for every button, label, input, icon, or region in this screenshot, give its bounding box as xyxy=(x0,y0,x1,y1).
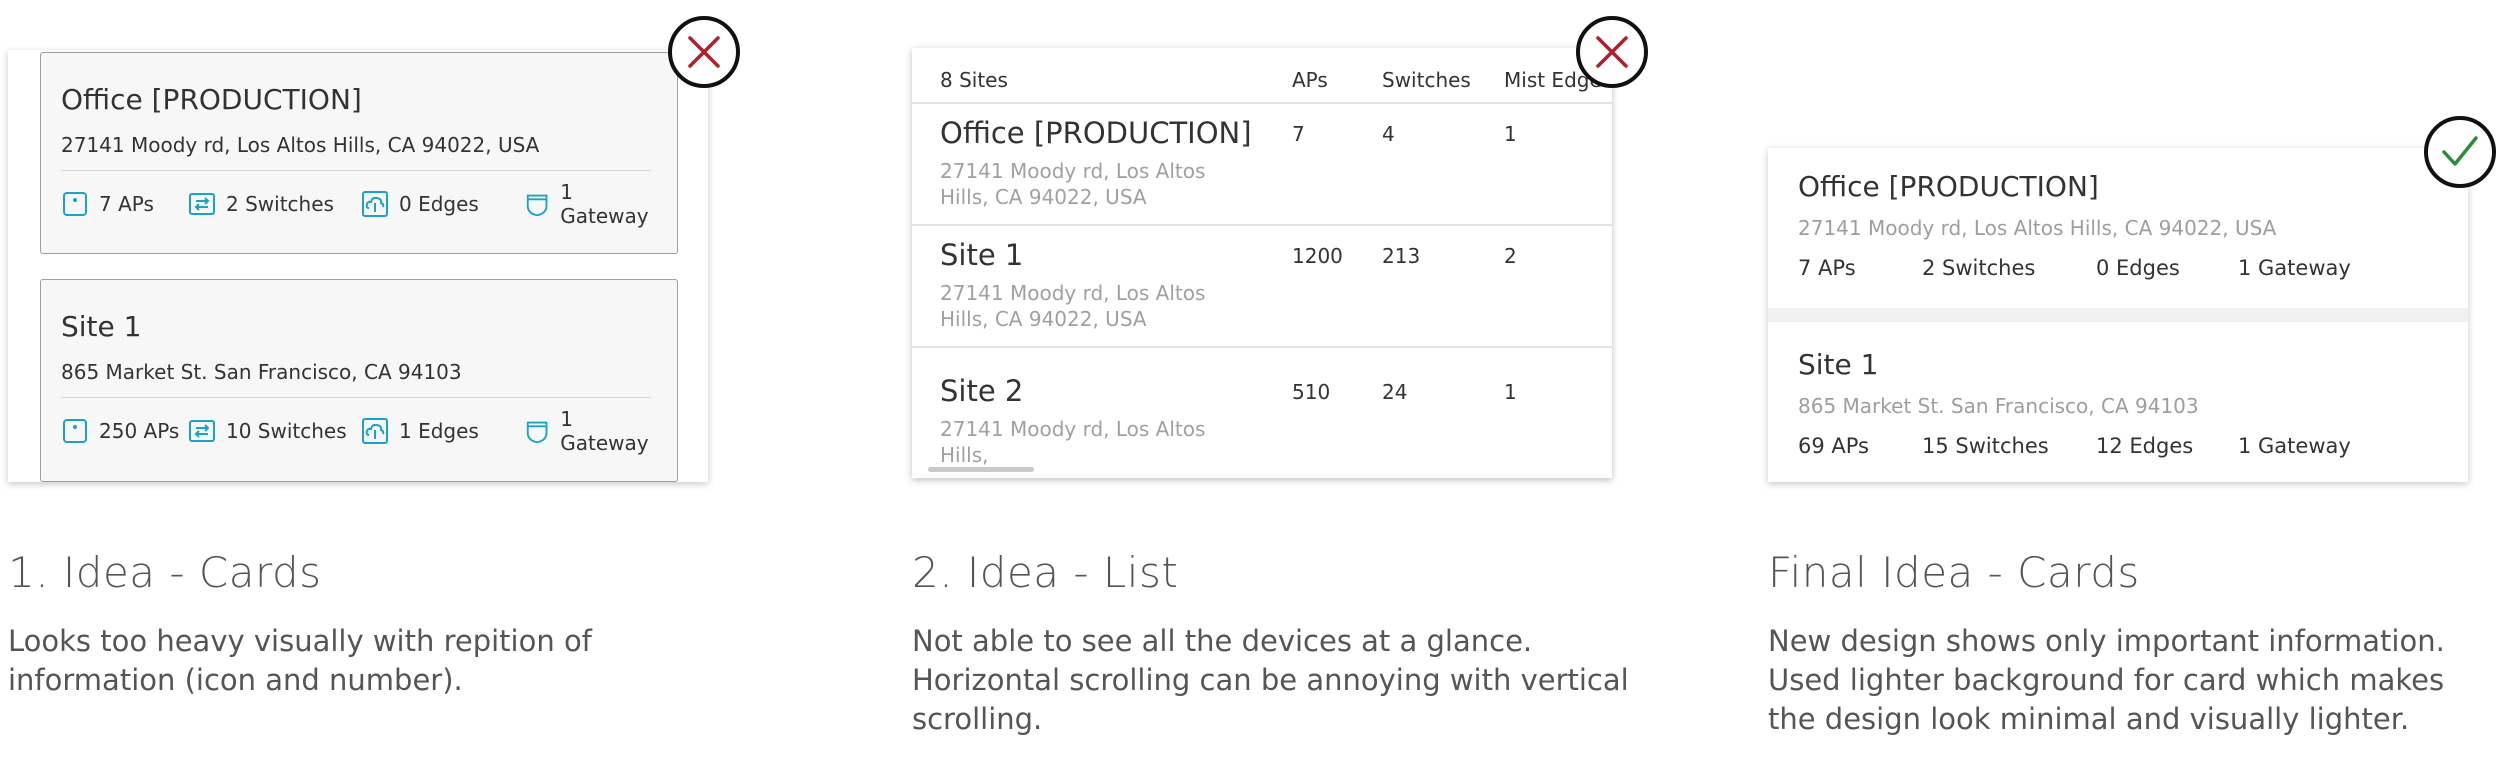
sites-list[interactable]: 8 Sites APs Switches Mist Edges Office [… xyxy=(912,48,1612,478)
horizontal-scrollbar[interactable] xyxy=(928,467,1034,472)
site-card-address: 27141 Moody rd, Los Altos Hills, CA 9402… xyxy=(1798,216,2277,240)
edge-stat: 0 Edges xyxy=(361,189,479,219)
gateway-shield-icon xyxy=(526,194,548,217)
ap-count: 69 APs xyxy=(1798,434,1869,458)
row-aps: 510 xyxy=(1292,380,1331,404)
reject-marker xyxy=(1576,16,1648,88)
site-card-title: Site 1 xyxy=(61,310,142,343)
divider xyxy=(61,397,651,398)
edge-count: 12 Edges xyxy=(2096,434,2194,458)
gateway-stat: 1 Gateway xyxy=(524,180,661,228)
row-edges: 2 xyxy=(1504,244,1517,268)
edge-stat: 1 Edges xyxy=(361,416,479,446)
column-header-aps[interactable]: APs xyxy=(1292,68,1328,92)
close-x-icon xyxy=(688,36,720,68)
column-header-switches[interactable]: Switches xyxy=(1382,68,1471,92)
row-aps: 7 xyxy=(1292,122,1305,146)
idea-heading: Final Idea - Cards xyxy=(1768,548,2140,597)
row-switches: 24 xyxy=(1382,380,1408,404)
idea-description: Not able to see all the devices at a gla… xyxy=(912,624,1629,736)
idea-description: New design shows only important informat… xyxy=(1768,624,2445,736)
idea-1-panel: Office [PRODUCTION] 27141 Moody rd, Los … xyxy=(8,0,740,760)
idea-heading: 1. Idea - Cards xyxy=(8,548,322,597)
site-card-address: 865 Market St. San Francisco, CA 94103 xyxy=(61,360,462,384)
close-x-icon xyxy=(1596,36,1628,68)
ap-count: 7 APs xyxy=(1798,256,1856,280)
site-card-title: Office [PRODUCTION] xyxy=(1798,170,2099,203)
site-card-title: Site 1 xyxy=(1798,348,1879,381)
ap-stat: 7 APs xyxy=(61,189,154,219)
ap-count: 250 APs xyxy=(99,419,180,443)
final-cards-frame: Office [PRODUCTION] 27141 Moody rd, Los … xyxy=(1768,148,2468,482)
site-card-stats: 250 APs 10 Switches 1 Edges 1 Gateway xyxy=(61,407,661,455)
switch-stat: 10 Switches xyxy=(188,416,347,446)
ap-count: 7 APs xyxy=(99,192,154,216)
site-card-stats: 7 APs 2 Switches 0 Edges 1 Gateway xyxy=(61,180,661,228)
row-title: Site 2 xyxy=(940,374,1024,408)
row-divider xyxy=(912,224,1612,226)
gateway-count: 1 Gateway xyxy=(2238,256,2351,280)
switch-count: 2 Switches xyxy=(226,192,334,216)
card-gap xyxy=(1768,308,2468,322)
final-idea-panel: Office [PRODUCTION] 27141 Moody rd, Los … xyxy=(1768,0,2496,760)
ap-stat: 250 APs xyxy=(61,416,179,446)
access-point-icon xyxy=(63,419,87,443)
cloud-edge-icon xyxy=(362,191,388,217)
access-point-icon xyxy=(63,192,87,216)
row-aps: 1200 xyxy=(1292,244,1343,268)
row-switches: 213 xyxy=(1382,244,1421,268)
row-edges: 1 xyxy=(1504,380,1517,404)
site-card[interactable]: Site 1 865 Market St. San Francisco, CA … xyxy=(40,279,678,482)
switch-count: 2 Switches xyxy=(1922,256,2036,280)
row-title: Site 1 xyxy=(940,238,1024,272)
sites-count-header: 8 Sites xyxy=(940,68,1008,92)
cloud-edge-icon xyxy=(362,418,388,444)
switch-count: 10 Switches xyxy=(226,419,347,443)
row-edges: 1 xyxy=(1504,122,1517,146)
idea-description: Looks too heavy visually with repition o… xyxy=(8,624,592,697)
checkmark-icon xyxy=(2442,136,2478,166)
gateway-count: 1 Gateway xyxy=(560,180,649,228)
edge-count: 0 Edges xyxy=(2096,256,2180,280)
idea-heading: 2. Idea - List xyxy=(912,548,1179,597)
gateway-shield-icon xyxy=(526,421,548,444)
site-card-address: 865 Market St. San Francisco, CA 94103 xyxy=(1798,394,2199,418)
switch-arrows-icon xyxy=(189,193,215,215)
site-card[interactable]: Office [PRODUCTION] 27141 Moody rd, Los … xyxy=(40,52,678,254)
divider xyxy=(61,170,651,171)
reject-marker xyxy=(668,16,740,88)
row-switches: 4 xyxy=(1382,122,1395,146)
row-divider xyxy=(912,346,1612,348)
row-address: 27141 Moody rd, Los Altos Hills, CA 9402… xyxy=(940,281,1206,331)
gateway-count: 1 Gateway xyxy=(560,407,649,455)
switch-stat: 2 Switches xyxy=(188,189,334,219)
site-card-address: 27141 Moody rd, Los Altos Hills, CA 9402… xyxy=(61,133,540,157)
idea-2-panel: 8 Sites APs Switches Mist Edges Office [… xyxy=(912,0,1648,760)
switch-count: 15 Switches xyxy=(1922,434,2049,458)
edge-count: 0 Edges xyxy=(399,192,479,216)
header-divider xyxy=(912,102,1612,104)
switch-arrows-icon xyxy=(189,420,215,442)
row-address: 27141 Moody rd, Los Altos Hills, xyxy=(940,417,1206,467)
site-card-title: Office [PRODUCTION] xyxy=(61,83,362,116)
approve-marker xyxy=(2424,116,2496,188)
row-title: Office [PRODUCTION] xyxy=(940,116,1252,150)
gateway-stat: 1 Gateway xyxy=(524,407,661,455)
gateway-count: 1 Gateway xyxy=(2238,434,2351,458)
row-address: 27141 Moody rd, Los Altos Hills, CA 9402… xyxy=(940,159,1206,209)
edge-count: 1 Edges xyxy=(399,419,479,443)
